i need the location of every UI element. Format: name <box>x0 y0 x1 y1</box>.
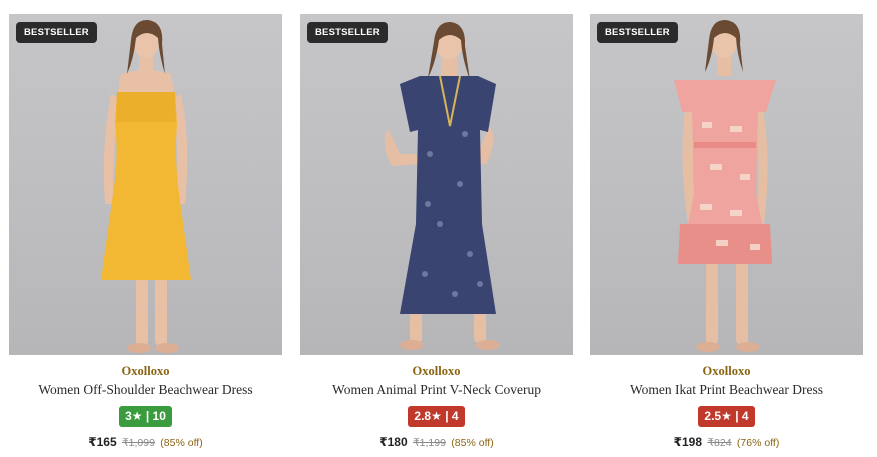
product-image[interactable]: BESTSELLER <box>590 14 863 355</box>
product-title[interactable]: Women Animal Print V-Neck Coverup <box>300 382 573 398</box>
product-card[interactable]: BESTSELLER Oxolloxo Women Off-Shoulder B… <box>9 14 282 457</box>
rating-container: 3★ | 10 <box>9 406 282 427</box>
product-image[interactable]: BESTSELLER <box>9 14 282 355</box>
brand-name[interactable]: Oxolloxo <box>590 364 863 379</box>
bestseller-badge: BESTSELLER <box>16 22 97 43</box>
rating-container: 2.5★ | 4 <box>590 406 863 427</box>
brand-name[interactable]: Oxolloxo <box>9 364 282 379</box>
original-price: ₹1,199 <box>412 437 446 449</box>
sale-price: ₹180 <box>379 435 408 449</box>
original-price: ₹824 <box>707 437 732 449</box>
product-title[interactable]: Women Off-Shoulder Beachwear Dress <box>9 382 282 398</box>
original-price: ₹1,099 <box>121 437 155 449</box>
discount-label: (85% off) <box>451 437 494 449</box>
brand-name[interactable]: Oxolloxo <box>300 364 573 379</box>
price-row: ₹180 ₹1,199 (85% off) <box>300 435 573 449</box>
sale-price: ₹165 <box>88 435 117 449</box>
rating-container: 2.8★ | 4 <box>300 406 573 427</box>
discount-label: (76% off) <box>736 437 780 449</box>
product-card[interactable]: BESTSELLER Oxolloxo Women Ikat Print Bea… <box>590 14 863 457</box>
rating-badge: 2.8★ | 4 <box>408 406 465 427</box>
price-row: ₹165 ₹1,099 (85% off) <box>9 435 282 449</box>
product-card[interactable]: BESTSELLER Oxolloxo Women Animal Print V… <box>300 14 573 457</box>
bestseller-badge: BESTSELLER <box>307 22 388 43</box>
product-image[interactable]: BESTSELLER <box>300 14 573 355</box>
discount-label: (85% off) <box>160 437 203 449</box>
rating-badge: 3★ | 10 <box>119 406 172 427</box>
sale-price: ₹198 <box>673 435 703 449</box>
product-grid: BESTSELLER Oxolloxo Women Off-Shoulder B… <box>0 0 877 457</box>
rating-badge: 2.5★ | 4 <box>698 406 755 427</box>
bestseller-badge: BESTSELLER <box>597 22 678 43</box>
product-title[interactable]: Women Ikat Print Beachwear Dress <box>590 382 863 398</box>
price-row: ₹198 ₹824 (76% off) <box>590 435 863 449</box>
